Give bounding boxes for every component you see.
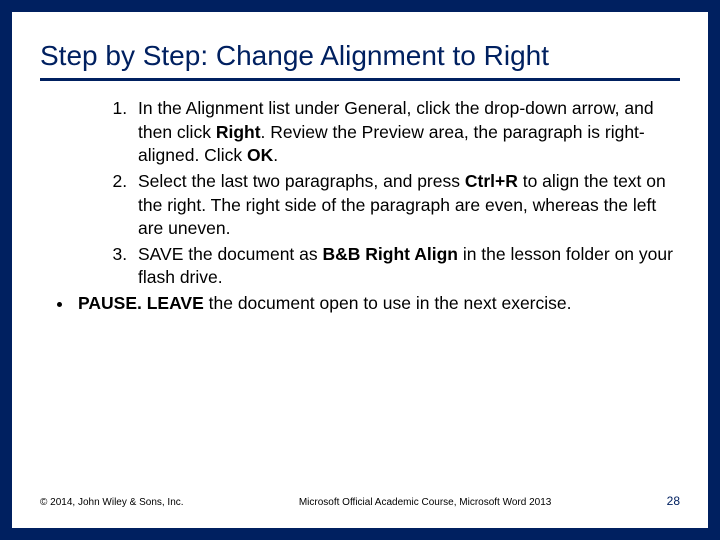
step-3-text-a: SAVE the document as [138, 244, 323, 264]
step-3-bold-filename: B&B Right Align [323, 244, 458, 264]
step-2-text-a: Select the last two paragraphs, and pres… [138, 171, 465, 191]
bullet-pause: PAUSE. LEAVE the document open to use in… [74, 292, 680, 316]
step-1-bold-right: Right [216, 122, 261, 142]
footer-course: Microsoft Official Academic Course, Micr… [184, 497, 667, 508]
slide: Step by Step: Change Alignment to Right … [12, 12, 708, 528]
slide-content: In the Alignment list under General, cli… [40, 97, 680, 494]
slide-title: Step by Step: Change Alignment to Right [40, 40, 680, 81]
step-2-bold-ctrlr: Ctrl+R [465, 171, 518, 191]
footer-copyright: © 2014, John Wiley & Sons, Inc. [40, 497, 184, 508]
step-2: Select the last two paragraphs, and pres… [132, 170, 680, 241]
step-1: In the Alignment list under General, cli… [132, 97, 680, 168]
step-3: SAVE the document as B&B Right Align in … [132, 243, 680, 290]
step-1-bold-ok: OK [247, 145, 273, 165]
bullet-text: the document open to use in the next exe… [204, 293, 572, 313]
footer-page-number: 28 [667, 494, 680, 508]
bullet-list: PAUSE. LEAVE the document open to use in… [62, 292, 680, 316]
slide-footer: © 2014, John Wiley & Sons, Inc. Microsof… [40, 494, 680, 508]
bullet-bold: PAUSE. LEAVE [78, 293, 204, 313]
step-1-text-e: . [273, 145, 278, 165]
step-list: In the Alignment list under General, cli… [110, 97, 680, 290]
